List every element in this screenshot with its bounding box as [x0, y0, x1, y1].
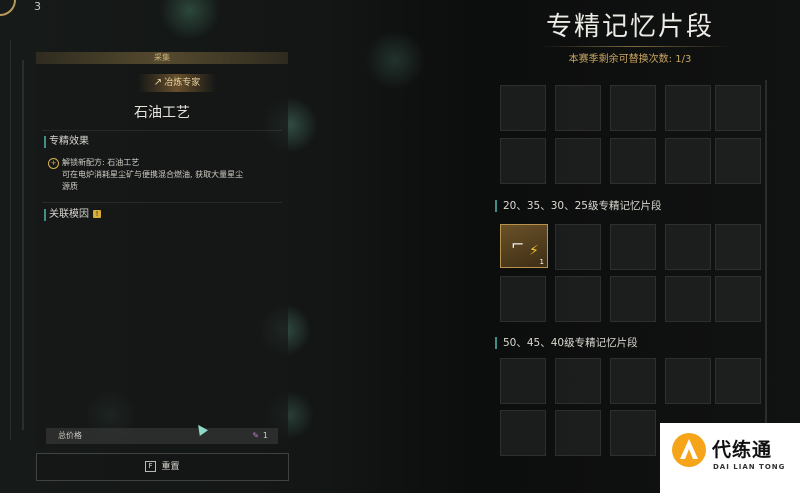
- fragment-slot[interactable]: [665, 224, 711, 270]
- fragment-slot[interactable]: [715, 276, 761, 322]
- fragment-slot[interactable]: [500, 85, 546, 131]
- effect-line: 源质: [62, 182, 78, 191]
- replace-count-subtitle: 本赛季剩余可替换次数: 1/3: [568, 54, 692, 65]
- watermark-logo: 代练通 DAI LIAN TONG: [660, 423, 800, 493]
- price-label: 总价格: [58, 431, 82, 440]
- fragment-slot[interactable]: [610, 276, 656, 322]
- fragment-count: 1: [539, 258, 544, 266]
- page-title: 专精记忆片段: [545, 12, 714, 42]
- title-underline: [540, 46, 730, 47]
- effect-line: 可在电炉消耗星尘矿与便携混合燃油, 获取大量星尘: [62, 170, 244, 179]
- section-title-tier2: 50、45、40级专精记忆片段: [495, 337, 638, 349]
- divider: [42, 202, 282, 203]
- hud-count: 3: [34, 0, 41, 13]
- fragment-slot[interactable]: [555, 224, 601, 270]
- logo-mark-icon: [672, 433, 706, 467]
- skill-detail-panel: 采集 ↗ 冶炼专家 石油工艺 专精效果 + 解锁新配方: 石油工艺 可在电炉消耗星…: [36, 52, 288, 448]
- price-value: 1: [262, 431, 268, 440]
- fragment-slot[interactable]: [500, 358, 546, 404]
- key-hint: F: [145, 461, 156, 472]
- left-rail: [0, 40, 11, 440]
- gun-icon: ⌐: [511, 235, 525, 254]
- pencil-icon: ✎: [252, 431, 259, 440]
- left-scrollbar[interactable]: [22, 60, 24, 430]
- total-price-bar: 总价格 ✎ 1: [46, 428, 278, 444]
- reset-button[interactable]: F 重置: [36, 453, 289, 481]
- specialist-badge: ↗ 冶炼专家: [138, 74, 216, 92]
- related-section: 关联模因!: [44, 209, 101, 221]
- fragment-slot[interactable]: [555, 138, 601, 184]
- lightning-icon: ⚡: [529, 243, 539, 259]
- category-bar: 采集: [36, 52, 288, 64]
- warning-icon[interactable]: !: [93, 210, 101, 218]
- logo-name-en: DAI LIAN TONG: [713, 463, 786, 471]
- fragment-slot[interactable]: [665, 138, 711, 184]
- fragment-slot[interactable]: [610, 224, 656, 270]
- divider: [42, 130, 282, 131]
- fragment-slot[interactable]: [665, 85, 711, 131]
- fragment-slot[interactable]: [610, 85, 656, 131]
- logo-name-cn: 代练通: [712, 439, 773, 461]
- section-title-tier1: 20、35、30、25级专精记忆片段: [495, 200, 661, 212]
- memory-fragment-card[interactable]: ⌐ ⚡ 1: [500, 224, 548, 268]
- fragment-slot[interactable]: [500, 138, 546, 184]
- fragment-slot[interactable]: [555, 85, 601, 131]
- fragment-slot[interactable]: [610, 410, 656, 456]
- fragment-slot[interactable]: [610, 138, 656, 184]
- badge-label: 冶炼专家: [164, 78, 201, 88]
- fragment-slot[interactable]: [715, 358, 761, 404]
- effects-section-title: 专精效果: [44, 136, 89, 148]
- related-section-title: 关联模因: [49, 209, 89, 220]
- fragment-slot[interactable]: [715, 85, 761, 131]
- effect-star-icon: +: [48, 158, 59, 169]
- fragment-slot[interactable]: [500, 276, 546, 322]
- reset-label: 重置: [161, 462, 180, 472]
- fragment-slot[interactable]: [555, 410, 601, 456]
- fragment-slot[interactable]: [555, 276, 601, 322]
- effect-line: 解锁新配方: 石油工艺: [62, 158, 140, 167]
- fragment-slot[interactable]: [715, 138, 761, 184]
- hammer-icon: ↗: [153, 77, 163, 88]
- price-value-group: ✎ 1: [252, 428, 268, 444]
- fragment-slot[interactable]: [500, 410, 546, 456]
- right-scrollbar[interactable]: [765, 80, 767, 450]
- fragment-slot[interactable]: [610, 358, 656, 404]
- fragment-slot[interactable]: [665, 358, 711, 404]
- skill-title: 石油工艺: [134, 105, 190, 121]
- fragment-slot[interactable]: [715, 224, 761, 270]
- fragment-slot[interactable]: [555, 358, 601, 404]
- fragment-slot[interactable]: [665, 276, 711, 322]
